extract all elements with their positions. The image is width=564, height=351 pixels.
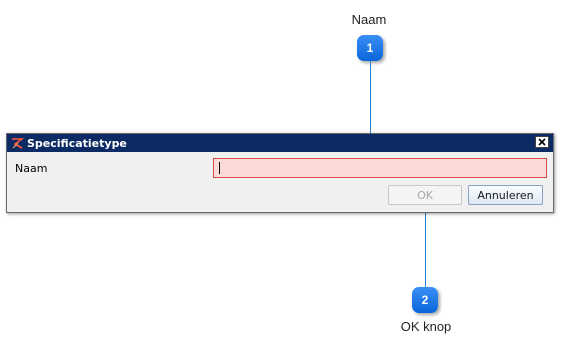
callout-label-naam: Naam <box>351 12 387 27</box>
text-cursor <box>219 162 220 174</box>
dialog-titlebar[interactable]: Specificatietype <box>7 134 553 152</box>
close-button[interactable] <box>535 136 549 148</box>
naam-input[interactable] <box>213 158 547 178</box>
naam-field-label: Naam <box>15 162 48 175</box>
dialog-title: Specificatietype <box>27 136 127 150</box>
ok-button[interactable]: OK <box>388 185 462 205</box>
specification-type-icon <box>10 136 24 150</box>
specificatietype-dialog: Specificatietype Naam OK Annuleren <box>6 133 554 213</box>
annotated-screenshot: Naam 1 2 OK knop Specificatietype Naam O… <box>0 0 564 351</box>
callout-badge-1: 1 <box>357 35 383 61</box>
close-icon <box>538 138 546 146</box>
annuleren-button[interactable]: Annuleren <box>468 185 543 205</box>
callout-leader-line-2 <box>425 211 426 287</box>
callout-label-ok-knop: OK knop <box>400 319 452 334</box>
callout-badge-2: 2 <box>412 287 438 313</box>
